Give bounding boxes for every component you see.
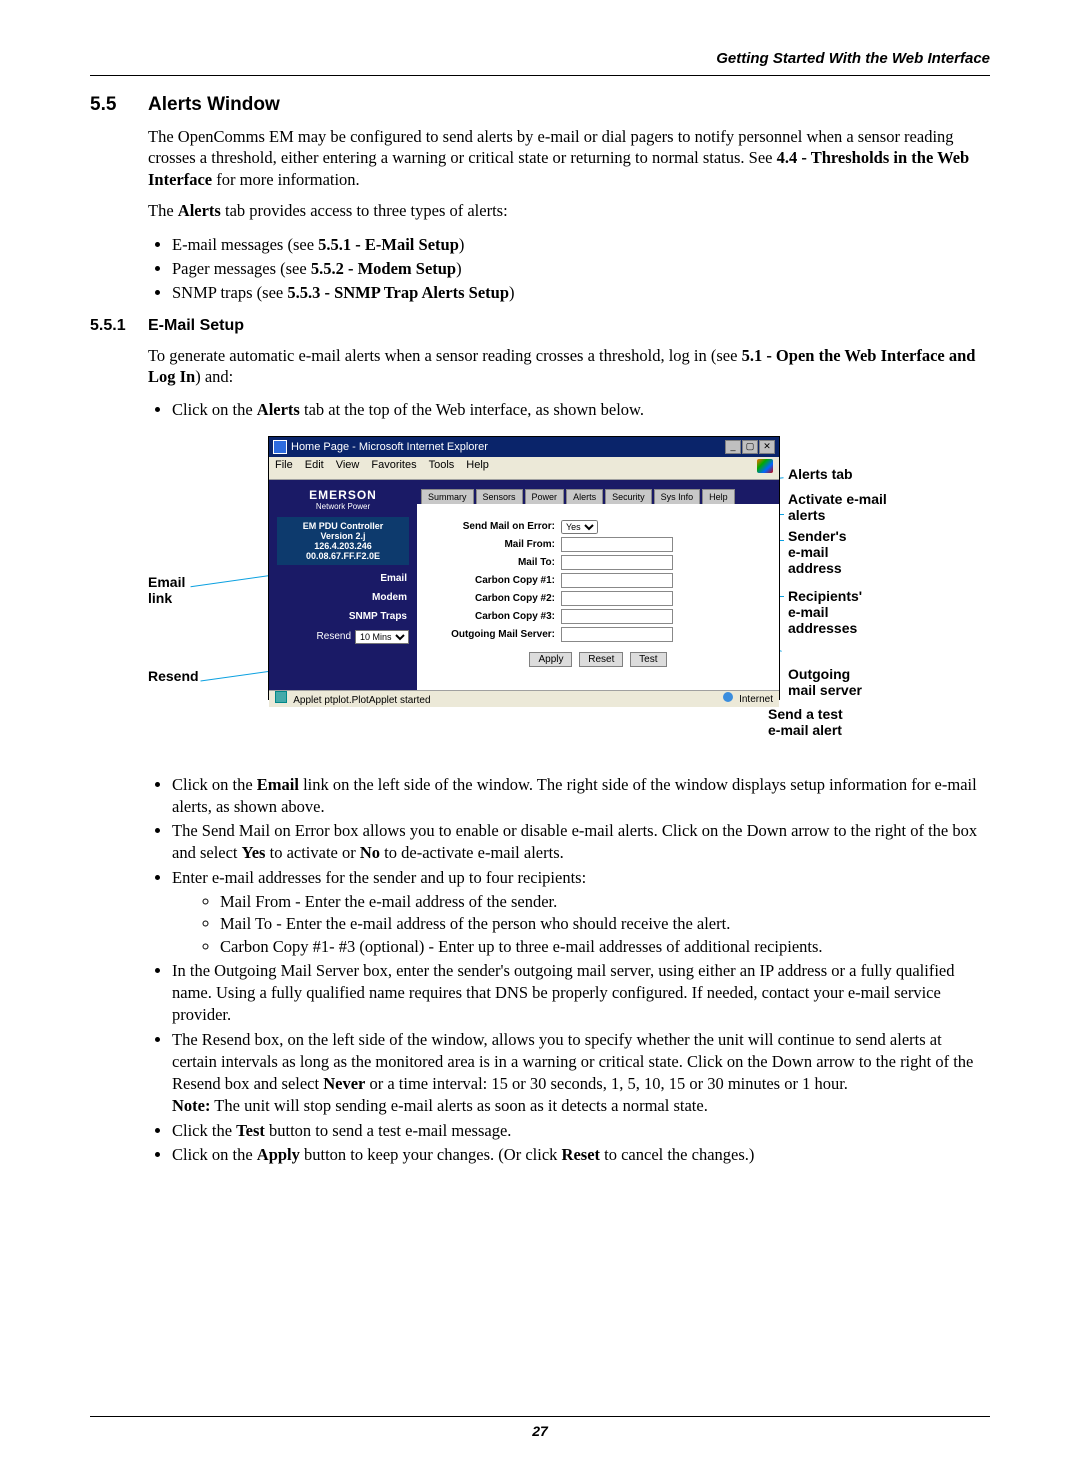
- window-controls: _ ▢ ✕: [725, 440, 775, 454]
- callout-outgoing: Outgoing mail server: [788, 666, 862, 698]
- sec551-para1: To generate automatic e-mail alerts when…: [148, 345, 990, 388]
- page-number: 27: [90, 1423, 990, 1439]
- bottom-rule: [90, 1416, 990, 1417]
- resend-control: Resend 10 Mins: [269, 626, 417, 648]
- mail-from-input[interactable]: [561, 537, 673, 552]
- tab-help[interactable]: Help: [702, 489, 735, 504]
- zone-indicator: Internet: [723, 692, 773, 705]
- menu-help[interactable]: Help: [466, 459, 489, 477]
- outgoing-server-input[interactable]: [561, 627, 673, 642]
- list-item: E-mail messages (see 5.5.1 - E-Mail Setu…: [172, 234, 990, 256]
- send-mail-select[interactable]: Yes: [561, 520, 598, 534]
- tab-sensors[interactable]: Sensors: [476, 489, 523, 504]
- device-identification: EM PDU Controller Version 2.j 126.4.203.…: [277, 517, 409, 565]
- brand-subtitle: Network Power: [269, 502, 417, 511]
- resend-select[interactable]: 10 Mins: [355, 630, 409, 644]
- callout-email-link: Email link: [148, 574, 185, 606]
- sidebar: EMERSON Network Power EM PDU Controller …: [269, 482, 417, 690]
- tab-power[interactable]: Power: [525, 489, 565, 504]
- menu-favorites[interactable]: Favorites: [371, 459, 416, 477]
- menu-tools[interactable]: Tools: [429, 459, 455, 477]
- reset-button[interactable]: Reset: [579, 652, 623, 667]
- close-button[interactable]: ✕: [759, 440, 775, 454]
- tab-alerts[interactable]: Alerts: [566, 489, 603, 504]
- browser-window: Home Page - Microsoft Internet Explorer …: [268, 436, 780, 700]
- apply-button[interactable]: Apply: [529, 652, 572, 667]
- cc3-input[interactable]: [561, 609, 673, 624]
- sec551-steps-list: Click on the Email link on the left side…: [148, 774, 990, 1167]
- app-content: EMERSON Network Power EM PDU Controller …: [269, 480, 779, 690]
- sec55-para2: The Alerts tab provides access to three …: [148, 200, 990, 221]
- menu-edit[interactable]: Edit: [305, 459, 324, 477]
- field-send-mail-on-error: Send Mail on Error: Yes: [425, 520, 771, 534]
- windows-flag-icon: [757, 459, 773, 473]
- menu-view[interactable]: View: [336, 459, 360, 477]
- section-5-5-1-heading: 5.5.1 E-Mail Setup: [90, 317, 990, 335]
- main-column: Summary Sensors Power Alerts Security Sy…: [417, 482, 779, 690]
- window-titlebar: Home Page - Microsoft Internet Explorer …: [269, 437, 779, 457]
- maximize-button[interactable]: ▢: [742, 440, 758, 454]
- mail-to-input[interactable]: [561, 555, 673, 570]
- subsection-number: 5.5.1: [90, 317, 148, 335]
- window-title: Home Page - Microsoft Internet Explorer: [291, 441, 488, 453]
- document-page: Getting Started With the Web Interface 5…: [0, 0, 1080, 1479]
- list-item: In the Outgoing Mail Server box, enter t…: [172, 960, 990, 1027]
- tab-security[interactable]: Security: [605, 489, 652, 504]
- ie-logo-icon: [273, 440, 287, 454]
- email-setup-form: Send Mail on Error: Yes Mail From: Mail …: [417, 504, 779, 673]
- section-title: Alerts Window: [148, 94, 280, 116]
- callout-recipients: Recipients' e-mail addresses: [788, 588, 862, 636]
- sec55-bullet-list: E-mail messages (see 5.5.1 - E-Mail Setu…: [148, 234, 990, 305]
- list-item: Click on the Apply button to keep your c…: [172, 1144, 990, 1166]
- status-text: Applet ptplot.PlotApplet started: [275, 691, 431, 706]
- list-item: Mail From - Enter the e-mail address of …: [220, 891, 990, 913]
- running-header: Getting Started With the Web Interface: [90, 50, 990, 67]
- list-item: Click on the Alerts tab at the top of th…: [172, 399, 990, 421]
- list-item: Carbon Copy #1- #3 (optional) - Enter up…: [220, 936, 990, 958]
- tab-summary[interactable]: Summary: [421, 489, 474, 504]
- globe-icon: [723, 692, 733, 702]
- menu-file[interactable]: File: [275, 459, 293, 477]
- tab-row: Summary Sensors Power Alerts Security Sy…: [417, 482, 779, 504]
- nav-email-link[interactable]: Email: [269, 569, 417, 588]
- browser-menubar: File Edit View Favorites Tools Help: [269, 457, 779, 480]
- list-item: Enter e-mail addresses for the sender an…: [172, 867, 990, 958]
- callout-alerts-tab: Alerts tab: [788, 466, 853, 482]
- list-item: Mail To - Enter the e-mail address of th…: [220, 913, 990, 935]
- nav-modem-link[interactable]: Modem: [269, 588, 417, 607]
- subsection-title: E-Mail Setup: [148, 317, 244, 335]
- nav-snmp-link[interactable]: SNMP Traps: [269, 607, 417, 626]
- test-button[interactable]: Test: [630, 652, 666, 667]
- brand-logo: EMERSON: [269, 488, 417, 502]
- top-rule: [90, 75, 990, 76]
- minimize-button[interactable]: _: [725, 440, 741, 454]
- section-5-5-heading: 5.5 Alerts Window: [90, 94, 990, 116]
- form-buttons: Apply Reset Test: [425, 652, 771, 667]
- screenshot-figure: Email link Resend Alerts tab Activate e-…: [148, 436, 990, 756]
- callout-sender-addr: Sender's e-mail address: [788, 528, 847, 576]
- tab-sysinfo[interactable]: Sys Info: [654, 489, 701, 504]
- list-item: The Resend box, on the left side of the …: [172, 1029, 990, 1118]
- section-number: 5.5: [90, 94, 148, 116]
- callout-resend: Resend: [148, 668, 199, 684]
- sec551-step1-list: Click on the Alerts tab at the top of th…: [148, 399, 990, 421]
- cc2-input[interactable]: [561, 591, 673, 606]
- sec55-body: The OpenComms EM may be configured to se…: [148, 126, 990, 222]
- resend-label: Resend: [317, 631, 351, 642]
- bottom-whitespace: [90, 1178, 990, 1398]
- sec55-para1: The OpenComms EM may be configured to se…: [148, 126, 990, 190]
- browser-status-bar: Applet ptplot.PlotApplet started Interne…: [269, 690, 779, 707]
- cc1-input[interactable]: [561, 573, 673, 588]
- list-item: SNMP traps (see 5.5.3 - SNMP Trap Alerts…: [172, 282, 990, 304]
- list-item: Click the Test button to send a test e-m…: [172, 1120, 990, 1142]
- applet-icon: [275, 691, 287, 703]
- list-item: Pager messages (see 5.5.2 - Modem Setup): [172, 258, 990, 280]
- sec551-body: To generate automatic e-mail alerts when…: [148, 345, 990, 388]
- callout-test-alert: Send a test e-mail alert: [768, 706, 843, 738]
- callout-activate-alerts: Activate e-mail alerts: [788, 491, 887, 523]
- list-item: The Send Mail on Error box allows you to…: [172, 820, 990, 865]
- nested-list: Mail From - Enter the e-mail address of …: [172, 891, 990, 958]
- list-item: Click on the Email link on the left side…: [172, 774, 990, 819]
